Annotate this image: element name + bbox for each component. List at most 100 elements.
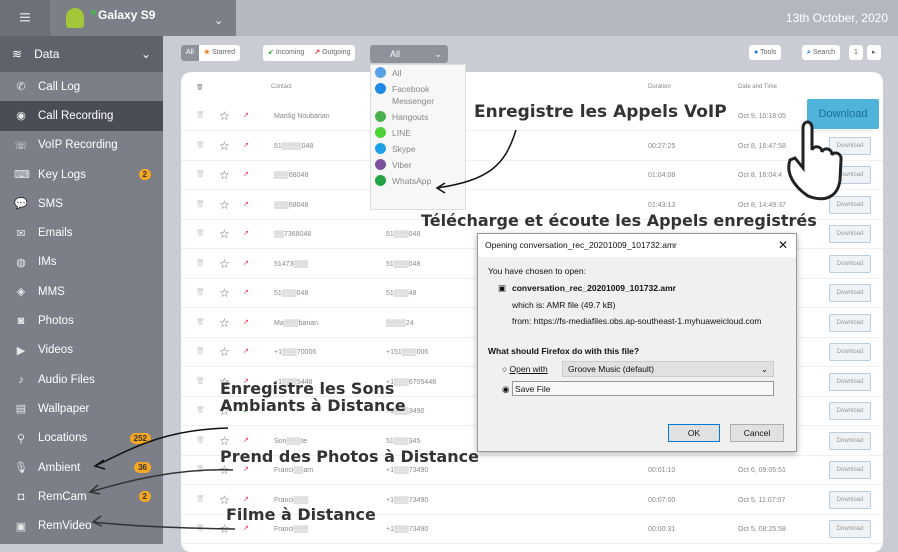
download-button[interactable]: Download [829, 136, 871, 155]
ok-button[interactable]: OK [668, 424, 720, 442]
filter-incoming[interactable]: ↙ Incoming [263, 45, 309, 61]
sidebar-item-call-log[interactable]: ✆ Call Log [0, 72, 163, 101]
table-row: 🗑 ☆ ↗ 51▒▒▒▒048 00:27:25 Oct 8, 16:47:58… [181, 132, 883, 161]
app-select[interactable]: All ⌄ [370, 45, 448, 63]
sidebar-item-label: RemCam [38, 490, 87, 503]
trash-icon[interactable]: 🗑 [196, 524, 205, 532]
star-icon[interactable]: ☆ [219, 198, 230, 212]
date-time: Oct 8, 14:49:37 [738, 201, 786, 209]
next-page-button[interactable]: ▸ [867, 45, 881, 60]
sidebar-item-remvideo[interactable]: ▣ RemVideo [0, 511, 163, 540]
sidebar-item-key-logs[interactable]: ⌨ Key Logs 2 [0, 160, 163, 189]
sidebar-item-audio-files[interactable]: ♪ Audio Files [0, 365, 163, 394]
sidebar-item-ambient[interactable]: 🎙 Ambient 36 [0, 453, 163, 482]
app-combobox[interactable]: Groove Music (default) ⌄ [562, 361, 774, 377]
sidebar-item-label: Emails [38, 227, 73, 240]
contact: Franci▒▒▒ [274, 496, 309, 504]
star-icon[interactable]: ☆ [219, 286, 230, 300]
contact: Ma▒▒▒barian [274, 319, 319, 327]
sidebar-item-emails[interactable]: ✉ Emails [0, 218, 163, 247]
star-icon[interactable]: ☆ [219, 109, 230, 123]
trash-icon[interactable]: 🗑 [196, 259, 205, 267]
download-button[interactable]: Download [829, 520, 871, 538]
contact: Son▒▒▒te [274, 437, 308, 445]
count-badge: 252 [129, 432, 151, 444]
search-button[interactable]: ⌕ Search [802, 45, 841, 60]
close-icon[interactable]: ✕ [778, 238, 788, 252]
star-icon[interactable]: ☆ [219, 168, 230, 182]
download-button[interactable]: Download [829, 225, 871, 243]
trash-icon[interactable]: 🗑 [196, 465, 205, 473]
delete-all-icon[interactable]: 🗑 [196, 84, 204, 91]
dropdown-option-hangouts[interactable]: Hangouts [371, 109, 465, 125]
contact: 51▒▒▒▒048 [274, 142, 314, 150]
star-icon[interactable]: ☆ [219, 227, 230, 241]
call-recording-icon: ◉ [16, 110, 26, 123]
download-button[interactable]: Download [829, 372, 871, 391]
trash-icon[interactable]: 🗑 [196, 495, 205, 503]
sidebar-item-voip-recording[interactable]: ☏ VoIP Recording [0, 131, 163, 160]
sidebar-item-photos[interactable]: ◙ Photos [0, 306, 163, 335]
star-icon[interactable]: ☆ [219, 139, 230, 153]
sidebar-item-label: IMs [38, 256, 57, 269]
sidebar-item-locations[interactable]: ⚲ Locations 252 [0, 424, 163, 453]
download-button[interactable]: Download [829, 461, 871, 479]
sidebar-item-mms[interactable]: ◈ MMS [0, 277, 163, 306]
trash-icon[interactable]: 🗑 [196, 318, 205, 326]
download-button[interactable]: Download [829, 284, 871, 302]
sidebar-item-label: Locations [38, 432, 88, 445]
filter-starred[interactable]: ★ Starred [199, 45, 240, 61]
download-button[interactable]: Download [829, 343, 871, 361]
outgoing-call-icon: ↗ [243, 230, 249, 237]
radio-open-with[interactable]: ○ Open with [502, 364, 548, 374]
trash-icon[interactable]: 🗑 [196, 288, 205, 296]
download-button[interactable]: Download [829, 195, 871, 214]
sidebar-item-videos[interactable]: ▶ Videos [0, 336, 163, 365]
star-icon[interactable]: ☆ [219, 316, 230, 330]
download-button[interactable]: Download [829, 313, 871, 332]
trash-icon[interactable]: 🗑 [196, 200, 205, 208]
menu-icon[interactable]: ≡ [0, 0, 50, 36]
tools-button[interactable]: ● Tools [749, 45, 782, 60]
trash-icon[interactable]: 🗑 [196, 436, 205, 444]
dropdown-option-facebook-messenger[interactable]: Facebook Messenger [371, 81, 441, 109]
save-file-label[interactable]: Save File [512, 381, 774, 396]
star-icon[interactable]: ☆ [219, 434, 230, 448]
sidebar-item-wallpaper[interactable]: ▤ Wallpaper [0, 394, 163, 423]
sidebar-item-call-recording[interactable]: ◉ Call Recording [0, 101, 163, 131]
download-button-highlighted[interactable]: Download [807, 99, 879, 129]
trash-icon[interactable]: 🗑 [196, 406, 205, 414]
dropdown-option-viber[interactable]: Viber [371, 157, 465, 173]
star-icon[interactable]: ☆ [219, 345, 230, 359]
filter-all[interactable]: All [181, 45, 199, 61]
trash-icon[interactable]: 🗑 [196, 377, 205, 385]
dropdown-option-whatsapp[interactable]: WhatsApp [371, 173, 465, 189]
count-badge: 36 [134, 462, 151, 473]
sidebar-item-remcam[interactable]: ◘ RemCam 2 [0, 482, 163, 511]
sidebar-item-sms[interactable]: 💬 SMS [0, 189, 163, 218]
download-button[interactable]: Download [829, 254, 871, 273]
filter-outgoing[interactable]: ↗ Outgoing [309, 45, 355, 61]
dropdown-option-all[interactable]: All [371, 65, 465, 81]
dropdown-option-line[interactable]: LINE [371, 125, 465, 141]
device-selector[interactable]: Galaxy S9 ⌄ [50, 0, 236, 36]
page-number[interactable]: 1 [849, 45, 863, 60]
star-icon[interactable]: ☆ [219, 257, 230, 271]
sidebar-item-ims[interactable]: ◍ IMs [0, 248, 163, 277]
dialog-question: What should Firefox do with this file? [488, 346, 640, 356]
radio-save-file[interactable]: ◉ [502, 384, 509, 395]
trash-icon[interactable]: 🗑 [196, 111, 205, 119]
dropdown-option-skype[interactable]: Skype [371, 141, 465, 157]
download-button[interactable]: Download [829, 166, 871, 184]
trash-icon[interactable]: 🗑 [196, 141, 205, 149]
download-button[interactable]: Download [829, 402, 871, 420]
download-button[interactable]: Download [829, 431, 871, 450]
cancel-button[interactable]: Cancel [730, 424, 784, 442]
filter-group-star: All ★ Starred [181, 45, 240, 61]
trash-icon[interactable]: 🗑 [196, 347, 205, 355]
trash-icon[interactable]: 🗑 [196, 229, 205, 237]
sidebar-section-data[interactable]: ≋ Data ⌄ [0, 36, 163, 72]
download-button[interactable]: Download [829, 490, 871, 509]
trash-icon[interactable]: 🗑 [196, 170, 205, 178]
star-icon[interactable]: ☆ [219, 522, 230, 536]
